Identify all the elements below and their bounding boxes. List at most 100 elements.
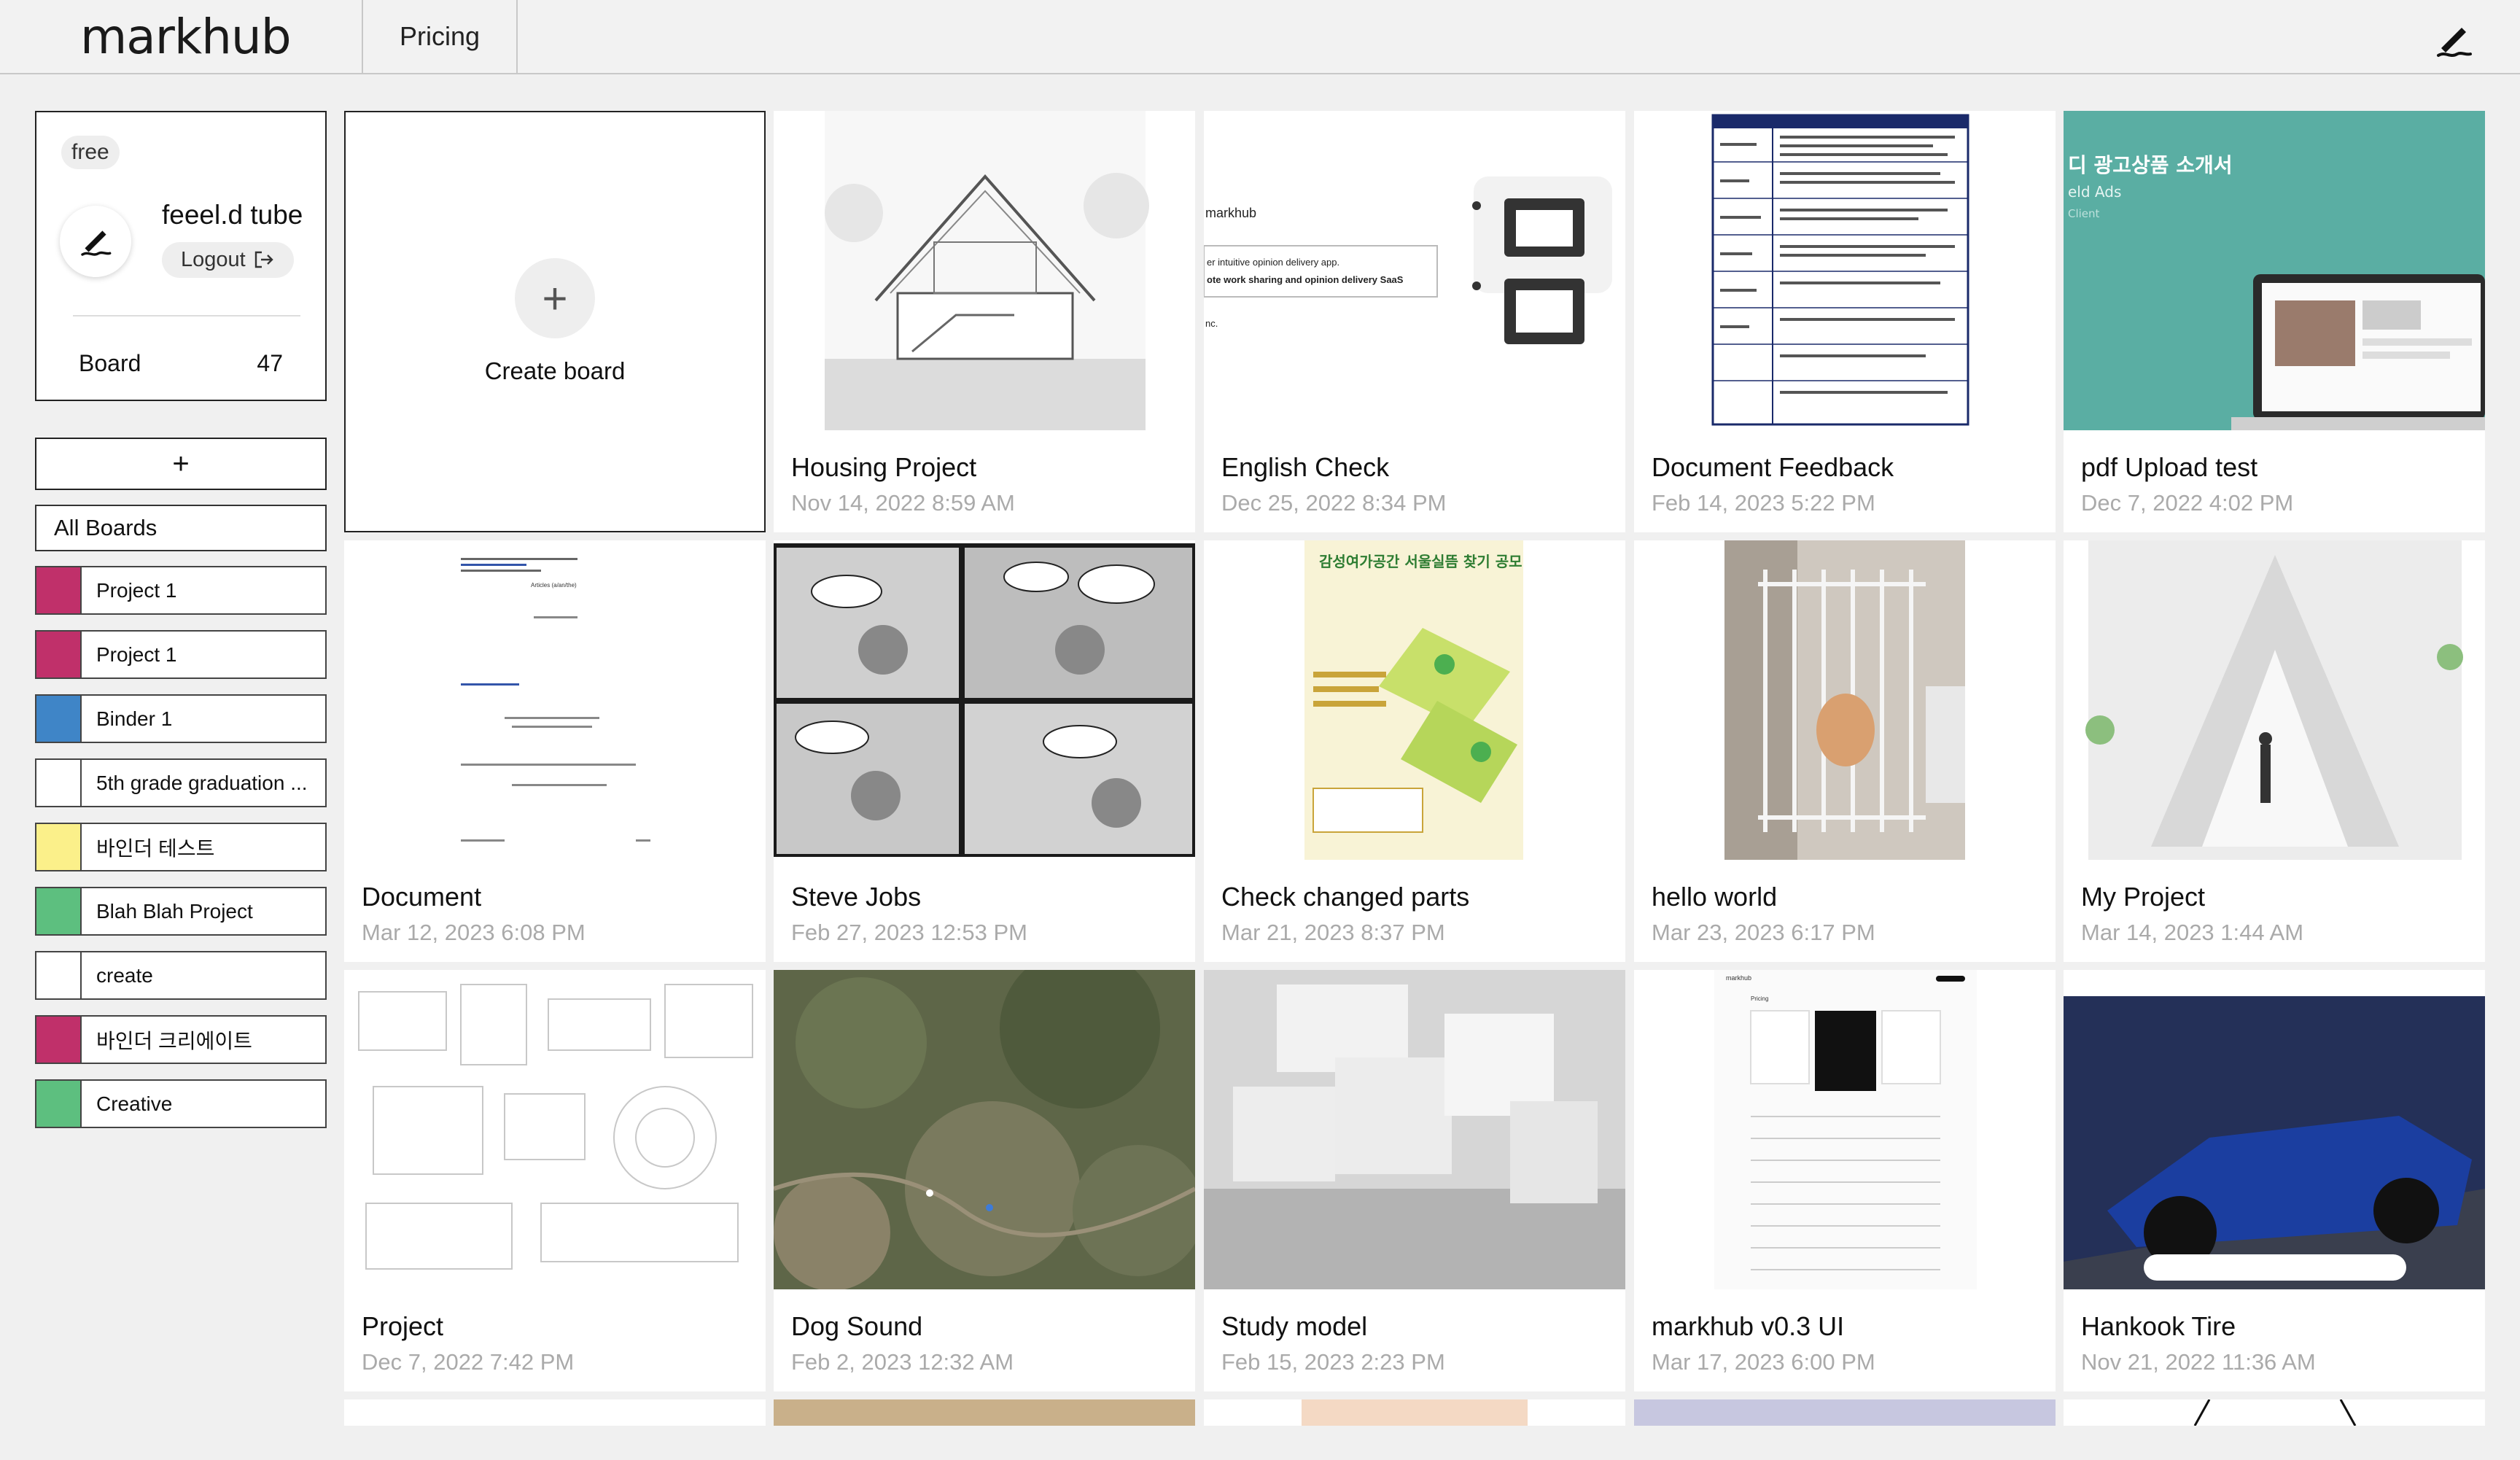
- all-boards-button[interactable]: All Boards: [35, 505, 327, 551]
- avatar: [60, 206, 131, 277]
- binder-item[interactable]: Project 1: [35, 630, 327, 679]
- binder-color-swatch: [36, 824, 82, 870]
- create-board-card[interactable]: + Create board: [344, 111, 766, 532]
- board-card[interactable]: Document Feedback Feb 14, 2023 5:22 PM: [1634, 111, 2056, 532]
- thumb-text: markhub: [1205, 206, 1256, 220]
- board-date: Mar 14, 2023 1:44 AM: [2081, 920, 2304, 945]
- board-card[interactable]: Housing Project Nov 14, 2022 8:59 AM: [774, 111, 1195, 532]
- board-card[interactable]: [1204, 1399, 1625, 1426]
- board-title: Check changed parts: [1221, 882, 1470, 912]
- board-card[interactable]: Hankook Tire Nov 21, 2022 11:36 AM: [2064, 970, 2485, 1391]
- board-card[interactable]: markhub Pricing markhub v0.3 UI Mar 17, …: [1634, 970, 2056, 1391]
- board-thumbnail: Articles (a/an/the): [344, 540, 766, 860]
- thumb-text: Articles (a/an/the): [531, 582, 577, 589]
- board-title: pdf Upload test: [2081, 452, 2258, 482]
- board-title: Housing Project: [791, 452, 977, 482]
- binder-item[interactable]: 5th grade graduation ...: [35, 758, 327, 807]
- board-card[interactable]: [344, 1399, 766, 1426]
- board-thumbnail: [344, 970, 766, 1289]
- profile-card: free feeel.d tube Logout Board 47: [35, 111, 327, 401]
- board-card[interactable]: [1634, 1399, 2056, 1426]
- board-title: My Project: [2081, 882, 2206, 912]
- logout-icon: [254, 251, 273, 268]
- username: feeel.d tube: [162, 200, 303, 230]
- divider: [73, 315, 300, 317]
- board-card[interactable]: markhub er intuitive opinion delivery ap…: [1204, 111, 1625, 532]
- board-date: Mar 17, 2023 6:00 PM: [1652, 1349, 1875, 1375]
- logout-button[interactable]: Logout: [162, 242, 294, 278]
- binder-color-swatch: [36, 632, 82, 677]
- board-thumbnail: markhub Pricing: [1634, 970, 2056, 1289]
- binder-item[interactable]: 바인더 테스트: [35, 823, 327, 871]
- binder-label: 바인더 크리에이트: [96, 1029, 252, 1052]
- binder-item[interactable]: Blah Blah Project: [35, 887, 327, 936]
- board-title: Document: [362, 882, 482, 912]
- board-thumbnail: [774, 970, 1195, 1289]
- board-title: markhub v0.3 UI: [1652, 1311, 1845, 1341]
- binder-item[interactable]: Project 1: [35, 566, 327, 615]
- binder-label: Binder 1: [96, 707, 173, 730]
- board-date: Dec 7, 2022 4:02 PM: [2081, 490, 2294, 516]
- board-thumbnail: [1634, 540, 2056, 860]
- thumb-text: Client: [2068, 207, 2100, 220]
- add-binder-button[interactable]: +: [35, 438, 327, 490]
- board-date: Mar 21, 2023 8:37 PM: [1221, 920, 1445, 945]
- pen-signature-icon[interactable]: [2428, 15, 2479, 66]
- board-date: Feb 15, 2023 2:23 PM: [1221, 1349, 1445, 1375]
- board-title: Document Feedback: [1652, 452, 1894, 482]
- thumb-text: nc.: [1205, 318, 1218, 329]
- thumb-text: eld Ads: [2068, 183, 2121, 201]
- board-thumbnail: [1302, 1399, 1528, 1426]
- binder-color-swatch: [36, 1081, 82, 1127]
- binder-color-swatch: [36, 567, 82, 613]
- create-board-label: Create board: [484, 357, 626, 384]
- top-bar: markhub Pricing: [0, 0, 2520, 74]
- board-thumbnail: [1204, 970, 1625, 1289]
- board-title: English Check: [1221, 452, 1390, 482]
- board-card[interactable]: hello world Mar 23, 2023 6:17 PM: [1634, 540, 2056, 962]
- board-date: Nov 21, 2022 11:36 AM: [2081, 1349, 2316, 1375]
- board-date: Mar 23, 2023 6:17 PM: [1652, 920, 1875, 945]
- binder-item[interactable]: 바인더 크리에이트: [35, 1015, 327, 1064]
- board-card[interactable]: [2064, 1399, 2485, 1426]
- board-title: Steve Jobs: [791, 882, 922, 912]
- plus-icon: +: [515, 258, 595, 338]
- board-card[interactable]: Study model Feb 15, 2023 2:23 PM: [1204, 970, 1625, 1391]
- nav-pricing-link[interactable]: Pricing: [362, 0, 518, 73]
- thumb-text: 감성여가공간 서울실뜸 찾기 공모: [1319, 553, 1522, 570]
- board-card[interactable]: Project Dec 7, 2022 7:42 PM: [344, 970, 766, 1391]
- board-date: Nov 14, 2022 8:59 AM: [791, 490, 1015, 516]
- board-thumbnail: markhub er intuitive opinion delivery ap…: [1204, 111, 1625, 430]
- board-card[interactable]: 디 광고상품 소개서 eld Ads Client pdf Upload tes…: [2064, 111, 2485, 532]
- board-thumbnail: [2193, 1399, 2357, 1426]
- board-card[interactable]: Articles (a/an/the) Document Mar 12, 202…: [344, 540, 766, 962]
- board-thumbnail: 감성여가공간 서울실뜸 찾기 공모: [1204, 540, 1625, 860]
- binder-item[interactable]: Binder 1: [35, 694, 327, 743]
- board-card[interactable]: My Project Mar 14, 2023 1:44 AM: [2064, 540, 2485, 962]
- thumb-text: er intuitive opinion delivery app.: [1207, 257, 1339, 268]
- binder-item[interactable]: create: [35, 951, 327, 1000]
- board-card[interactable]: Dog Sound Feb 2, 2023 12:32 AM: [774, 970, 1195, 1391]
- binder-label: Blah Blah Project: [96, 899, 253, 923]
- board-title: Dog Sound: [791, 1311, 923, 1341]
- app-logo[interactable]: markhub: [80, 9, 292, 65]
- board-thumbnail: [774, 540, 1195, 860]
- board-thumbnail: [2064, 540, 2485, 860]
- pen-signature-icon: [81, 230, 112, 256]
- thumb-text: Pricing: [1751, 995, 1768, 1002]
- binder-label: Project 1: [96, 578, 177, 602]
- board-title: Project: [362, 1311, 444, 1341]
- board-title: hello world: [1652, 882, 1778, 912]
- board-date: Feb 27, 2023 12:53 PM: [791, 920, 1028, 945]
- binder-label: Creative: [96, 1092, 173, 1115]
- board-thumbnail: 디 광고상품 소개서 eld Ads Client: [2064, 111, 2485, 430]
- board-count-label: Board: [79, 350, 141, 376]
- binder-label: 5th grade graduation ...: [96, 771, 308, 794]
- binder-item[interactable]: Creative: [35, 1079, 327, 1128]
- board-card[interactable]: [774, 1399, 1195, 1426]
- board-card[interactable]: 감성여가공간 서울실뜸 찾기 공모 Check changed parts Ma…: [1204, 540, 1625, 962]
- board-date: Feb 2, 2023 12:32 AM: [791, 1349, 1014, 1375]
- plan-badge: free: [61, 136, 120, 169]
- binder-color-swatch: [36, 952, 82, 998]
- board-card[interactable]: Steve Jobs Feb 27, 2023 12:53 PM: [774, 540, 1195, 962]
